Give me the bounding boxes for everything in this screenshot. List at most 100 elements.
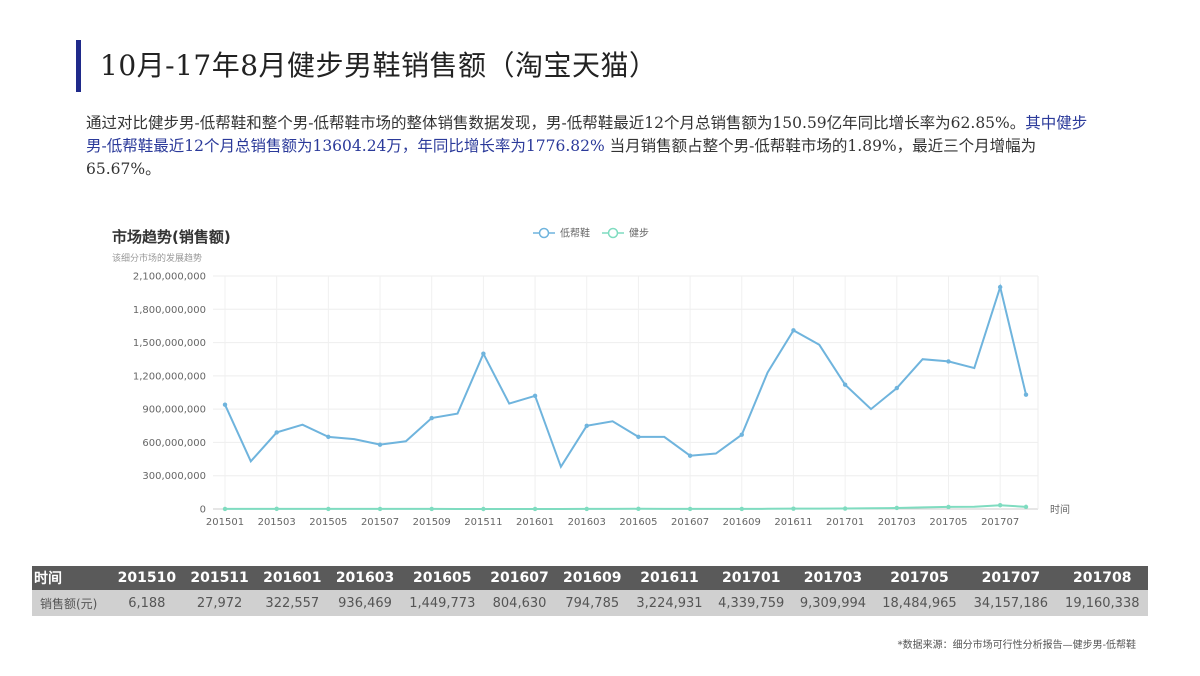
legend-label-1: 健步 (629, 228, 649, 240)
table-cell: 18,484,965 (873, 590, 966, 616)
y-tick-label: 0 (200, 505, 206, 516)
table-cell: 3,224,931 (628, 590, 711, 616)
title-accent-bar (76, 40, 81, 92)
data-point (481, 351, 486, 356)
data-point (584, 423, 589, 428)
data-point (274, 506, 279, 512)
data-point (791, 506, 796, 511)
data-point (429, 415, 434, 421)
data-point (636, 506, 641, 512)
data-source-note: *数据来源：细分市场可行性分析报告—健步男-低帮鞋 (897, 640, 1136, 651)
table-cell: 4,339,759 (710, 590, 793, 616)
table-header-201611: 201611 (628, 566, 711, 590)
data-point (584, 506, 589, 512)
data-point (532, 506, 538, 512)
table-header-201510: 201510 (110, 566, 184, 590)
chart-svg: 市场趋势(销售额) 该细分市场的发展趋势 0 300,000,000 600,000… (112, 227, 1070, 529)
data-point (946, 504, 951, 510)
data-point (842, 382, 848, 387)
x-tick-label: 201503 (258, 517, 296, 528)
data-point (894, 505, 900, 511)
x-tick-label: 201607 (671, 517, 709, 528)
legend-label-0: 低帮鞋 (560, 227, 590, 240)
x-tick-label: 201501 (206, 517, 244, 528)
table-header-201708: 201708 (1056, 566, 1148, 590)
x-tick-label: 201609 (723, 517, 761, 528)
table-row-label: 销售额(元) (32, 590, 111, 616)
data-point (997, 284, 1003, 290)
table-header-201707: 201707 (965, 566, 1057, 590)
data-point (997, 503, 1003, 508)
x-axis-label: 时间 (1050, 503, 1070, 516)
table-cell: 34,157,186 (965, 590, 1057, 616)
y-tick-label: 300,000,000 (142, 471, 206, 482)
legend-marker-1 (607, 227, 619, 239)
x-tick-label: 201505 (309, 517, 347, 528)
data-point (377, 442, 383, 447)
x-tick-label: 201611 (774, 517, 812, 528)
table-cell: 27,972 (183, 590, 256, 616)
table-cell: 794,785 (555, 590, 629, 616)
data-point (481, 506, 486, 512)
x-tick-label: 201511 (464, 517, 502, 528)
x-tick-label: 201703 (878, 517, 916, 528)
table-header-201605: 201605 (401, 566, 484, 590)
table-cell: 6,188 (110, 590, 184, 616)
y-tick-label: 900,000,000 (142, 405, 206, 416)
data-point (687, 453, 693, 458)
table-cell: 9,309,994 (792, 590, 874, 616)
table-cell: 322,557 (255, 590, 329, 616)
y-tick-label: 1,200,000,000 (133, 371, 206, 382)
y-tick-label: 1,800,000,000 (133, 305, 206, 316)
table-header-201511: 201511 (183, 566, 256, 590)
legend-marker-0 (538, 227, 550, 239)
page-title: 10月-17年8月健步男鞋销售额（淘宝天猫） (100, 49, 658, 82)
data-point (274, 430, 279, 435)
sales-table: 时间 201510 201511 201601 201603 201605 201607 20… (32, 566, 1148, 616)
y-tick-label: 600,000,000 (142, 438, 206, 449)
data-point (739, 432, 744, 437)
table-cell: 936,469 (328, 590, 402, 616)
data-point (222, 402, 228, 407)
x-tick-label: 201509 (413, 517, 451, 528)
x-tick-label: 201707 (981, 517, 1019, 528)
x-tick-label: 201701 (826, 517, 864, 528)
data-point (687, 506, 693, 512)
x-tick-label: 201705 (929, 517, 967, 528)
market-trend-chart: 市场趋势(销售额) 该细分市场的发展趋势 0 300,000,000 600,000… (100, 215, 1080, 535)
data-point (222, 506, 228, 512)
chart-subtitle: 该细分市场的发展趋势 (112, 252, 202, 264)
data-point (842, 506, 848, 511)
y-tick-label: 1,500,000,000 (133, 338, 206, 349)
table-header-201703: 201703 (792, 566, 874, 590)
data-point (739, 506, 744, 512)
x-tick-label: 201605 (619, 517, 657, 528)
data-point (894, 385, 900, 391)
series-line-1 (225, 504, 1027, 510)
series-line-0 (224, 283, 1027, 470)
table-row: 销售额(元) 6,188 27,972 322,557 936,469 1,449,773… (32, 590, 1148, 616)
table-header-201607: 201607 (483, 566, 556, 590)
data-point (429, 506, 434, 512)
data-point (1023, 392, 1029, 397)
table-header-201601: 201601 (255, 566, 329, 590)
table-cell: 804,630 (483, 590, 556, 616)
data-point (1023, 504, 1029, 510)
table-header-201603: 201603 (328, 566, 402, 590)
table-header-201701: 201701 (710, 566, 793, 590)
data-point (377, 506, 383, 512)
table-header-row: 时间 201510 201511 201601 201603 201605 201607 20… (32, 566, 1148, 590)
y-tick-label: 2,100,000,000 (133, 272, 206, 283)
x-tick-label: 201603 (568, 517, 606, 528)
data-point (636, 434, 641, 440)
chart-title: 市场趋势(销售额) (112, 228, 231, 246)
data-point (532, 393, 538, 399)
x-tick-label: 201507 (361, 517, 399, 528)
table-cell: 19,160,338 (1056, 590, 1148, 616)
data-point (326, 506, 331, 512)
data-point (326, 434, 331, 440)
data-point (946, 359, 951, 364)
description-part1: 通过对比健步男-低帮鞋和整个男-低帮鞋市场的整体销售数据发现，男-低帮鞋最近12… (86, 114, 1026, 132)
data-point (791, 328, 796, 333)
table-header-201705: 201705 (873, 566, 966, 590)
